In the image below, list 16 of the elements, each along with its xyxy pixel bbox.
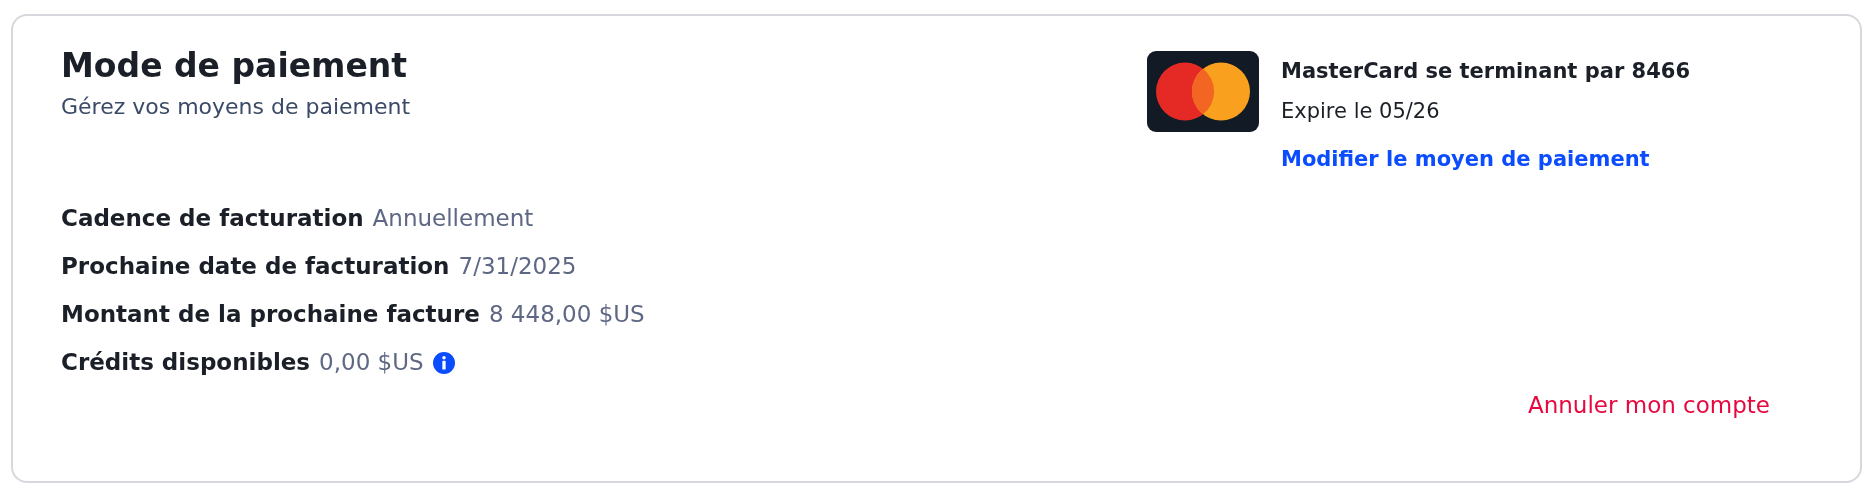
detail-label: Montant de la prochaine facture	[61, 300, 480, 329]
mastercard-logo-icon	[1147, 51, 1259, 132]
card-expiry: Expire le 05/26	[1281, 98, 1441, 125]
change-payment-link[interactable]: Modifier le moyen de paiement	[1281, 143, 1690, 175]
detail-label: Prochaine date de facturation	[61, 252, 450, 281]
detail-value: Annuellement	[372, 204, 534, 233]
detail-value: 8 448,00 $US	[488, 300, 645, 329]
detail-label: Crédits disponibles	[61, 348, 311, 377]
detail-value: 7/31/2025	[458, 252, 577, 281]
info-icon[interactable]	[432, 351, 455, 374]
cancel-account-link[interactable]: Annuler mon compte	[1527, 392, 1770, 418]
section-title: Mode de paiement	[61, 45, 409, 87]
detail-value: 0,00 $US	[319, 348, 424, 377]
section-subtitle: Gérez vos moyens de paiement	[61, 94, 412, 119]
detail-label: Cadence de facturation	[61, 204, 364, 233]
card-name: MasterCard se terminant par 8466	[1281, 58, 1690, 85]
